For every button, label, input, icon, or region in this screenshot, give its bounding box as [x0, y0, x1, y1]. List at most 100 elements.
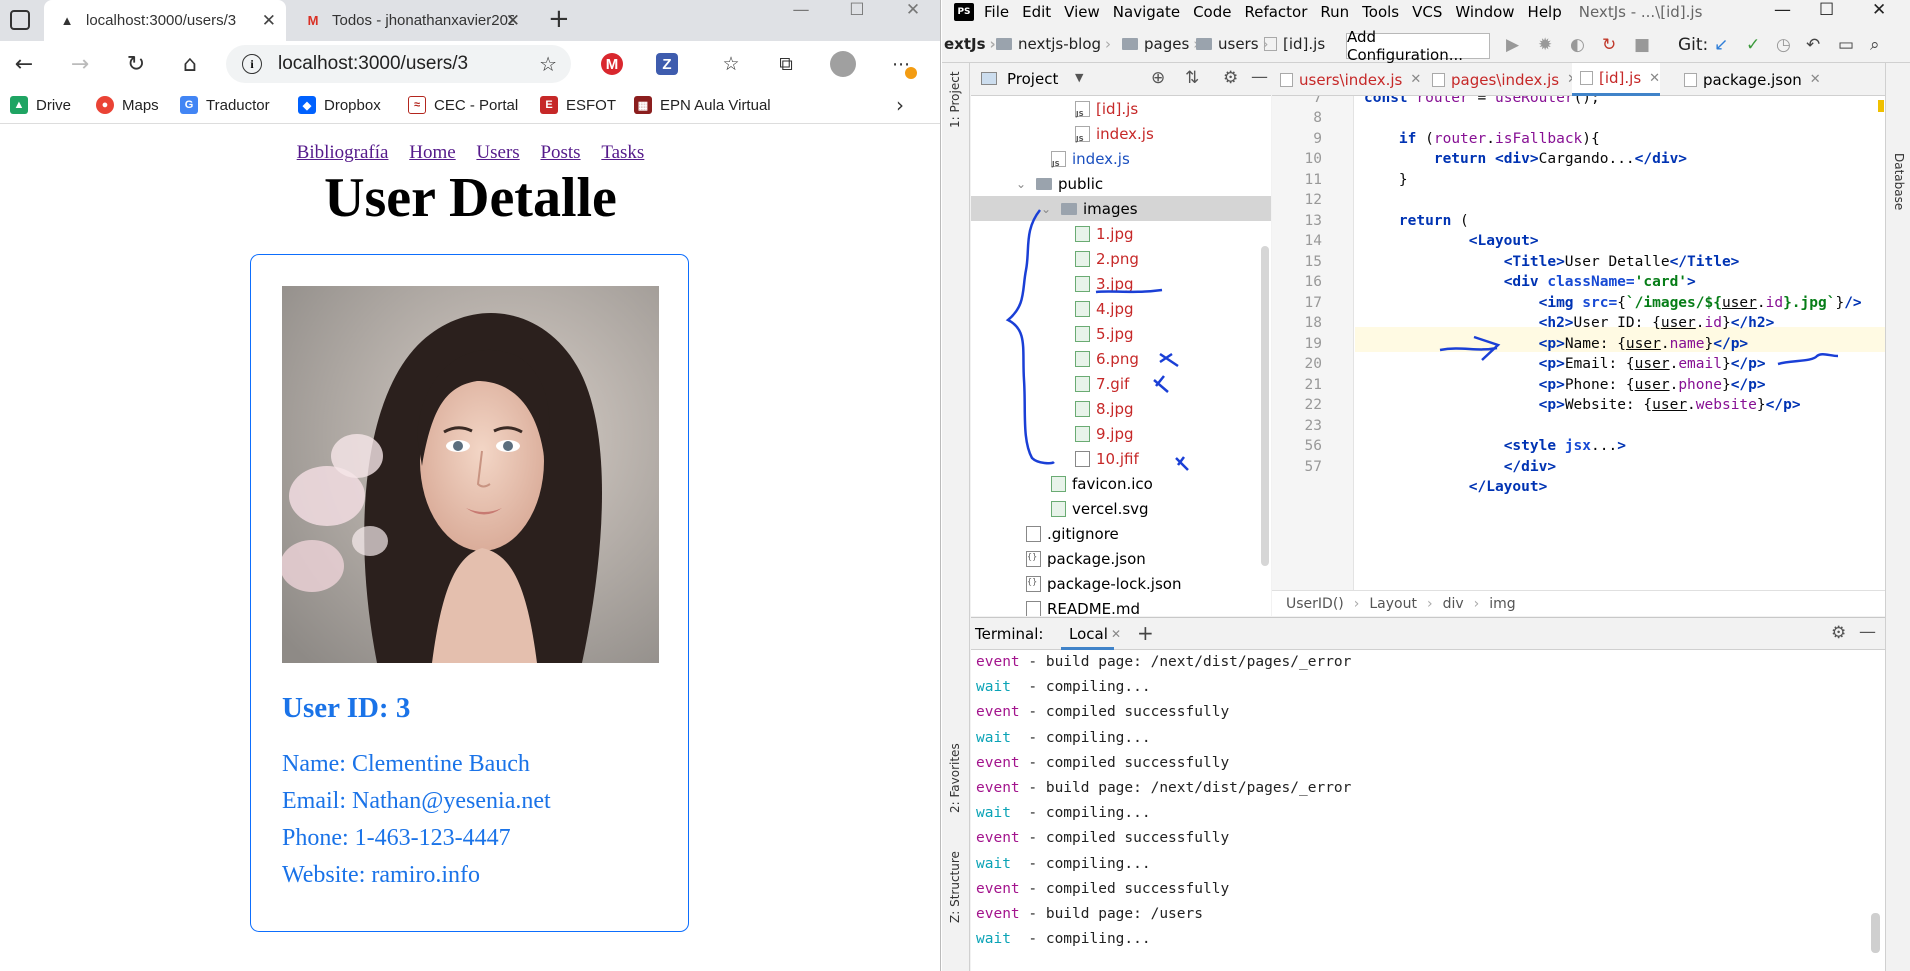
- project-tool-tab[interactable]: 1: Project: [948, 71, 962, 128]
- minimize-icon[interactable]: —: [1774, 0, 1791, 20]
- tree-item-id-js[interactable]: [id].js: [1075, 96, 1138, 121]
- code-crumb[interactable]: Layout: [1369, 596, 1417, 612]
- close-tab-icon[interactable]: ✕: [1111, 627, 1121, 641]
- tree-item-image[interactable]: 5.jpg: [1075, 321, 1134, 346]
- debug-icon[interactable]: ✹: [1538, 35, 1552, 55]
- git-history-icon[interactable]: ◷: [1776, 35, 1791, 55]
- bookmarks-overflow-icon[interactable]: ›: [896, 93, 904, 117]
- tree-item-gitignore[interactable]: .gitignore: [1026, 521, 1119, 546]
- tree-item-image[interactable]: 2.png: [1075, 246, 1139, 271]
- minimize-icon[interactable]: —: [773, 0, 829, 32]
- tree-item-index-js[interactable]: index.js: [1051, 146, 1130, 171]
- close-window-icon[interactable]: ✕: [885, 0, 940, 32]
- zotero-extension-icon[interactable]: Z: [656, 53, 678, 75]
- mega-extension-icon[interactable]: M: [601, 53, 623, 75]
- hide-panel-icon[interactable]: —: [1251, 67, 1268, 87]
- bookmark-drive[interactable]: ▲ Drive: [10, 94, 71, 116]
- gear-icon[interactable]: ⚙: [1831, 623, 1846, 643]
- menu-help[interactable]: Help: [1528, 3, 1562, 21]
- close-tab-icon[interactable]: ✕: [262, 11, 276, 31]
- database-tool-tab[interactable]: Database: [1892, 153, 1906, 210]
- run-anything-icon[interactable]: ▭: [1838, 35, 1854, 55]
- stop-icon[interactable]: ■: [1634, 35, 1650, 55]
- git-commit-icon[interactable]: ✓: [1746, 35, 1760, 55]
- gear-icon[interactable]: ⚙: [1223, 68, 1238, 88]
- nav-link-tasks[interactable]: Tasks: [601, 142, 644, 163]
- menu-edit[interactable]: Edit: [1022, 3, 1051, 21]
- nav-link-posts[interactable]: Posts: [540, 142, 580, 163]
- profile-avatar[interactable]: [830, 51, 856, 77]
- tree-item-image[interactable]: 8.jpg: [1075, 396, 1134, 421]
- terminal-scrollbar[interactable]: [1871, 913, 1880, 953]
- tree-folder-public[interactable]: ⌄ public: [1016, 171, 1103, 196]
- tree-item-image[interactable]: 7.gif: [1075, 371, 1129, 396]
- tree-scrollbar[interactable]: [1261, 246, 1269, 566]
- breadcrumb-users[interactable]: users ›: [1196, 35, 1269, 53]
- tree-item-image[interactable]: 3.jpg: [1075, 271, 1134, 296]
- menu-navigate[interactable]: Navigate: [1113, 3, 1180, 21]
- breadcrumb-project[interactable]: extJs ›: [944, 35, 996, 53]
- menu-view[interactable]: View: [1064, 3, 1100, 21]
- favorite-star-icon[interactable]: ☆: [539, 52, 557, 76]
- bookmark-maps[interactable]: ● Maps: [96, 94, 159, 116]
- close-tab-icon[interactable]: ✕: [1410, 72, 1421, 87]
- nav-link-home[interactable]: Home: [409, 142, 455, 163]
- chevron-down-icon[interactable]: ⌄: [1041, 202, 1057, 216]
- menu-refactor[interactable]: Refactor: [1244, 3, 1307, 21]
- forward-icon[interactable]: →: [64, 48, 96, 80]
- menu-run[interactable]: Run: [1320, 3, 1349, 21]
- close-window-icon[interactable]: ✕: [1872, 0, 1886, 20]
- bookmark-dropbox[interactable]: ◆ Dropbox: [298, 94, 381, 116]
- tree-item-vercel-svg[interactable]: vercel.svg: [1051, 496, 1149, 521]
- breadcrumb-pages[interactable]: pages›: [1122, 35, 1199, 53]
- tab-gmail[interactable]: M Todos - jhonathanxavier2020@g ✕: [290, 0, 530, 41]
- tree-item-image[interactable]: 1.jpg: [1075, 221, 1134, 246]
- address-bar[interactable]: i localhost:3000/users/3 ☆: [226, 45, 571, 83]
- bookmark-traductor[interactable]: G Traductor: [180, 94, 270, 116]
- favorites-tool-tab[interactable]: 2: Favorites: [948, 743, 962, 813]
- tree-folder-images[interactable]: ⌄ images: [971, 196, 1271, 221]
- hide-panel-icon[interactable]: —: [1859, 622, 1876, 642]
- chevron-down-icon[interactable]: ▼: [1075, 71, 1083, 84]
- nav-link-bibliografia[interactable]: Bibliografía: [297, 142, 389, 163]
- tree-item-package-json[interactable]: package.json: [1026, 546, 1146, 571]
- code-crumb[interactable]: UserID(): [1286, 596, 1344, 612]
- collections-icon[interactable]: ⧉: [770, 48, 802, 80]
- search-everywhere-icon[interactable]: ⌕: [1870, 35, 1880, 55]
- tab-users-index-js[interactable]: users\index.js ✕: [1272, 63, 1421, 96]
- site-info-icon[interactable]: i: [242, 54, 262, 74]
- nav-link-users[interactable]: Users: [476, 142, 519, 163]
- maximize-icon[interactable]: ☐: [1819, 0, 1834, 20]
- chevron-down-icon[interactable]: ⌄: [1016, 177, 1032, 191]
- tree-item-image[interactable]: 9.jpg: [1075, 421, 1134, 446]
- rollback-icon[interactable]: ↶: [1806, 35, 1820, 55]
- tree-item-image[interactable]: 6.png: [1075, 346, 1139, 371]
- coverage-icon[interactable]: ◐: [1570, 35, 1585, 55]
- add-configuration-button[interactable]: Add Configuration...: [1346, 28, 1490, 64]
- menu-window[interactable]: Window: [1455, 3, 1514, 21]
- reload-icon[interactable]: ↻: [120, 48, 152, 80]
- home-icon[interactable]: ⌂: [174, 48, 206, 80]
- menu-code[interactable]: Code: [1193, 3, 1231, 21]
- tab-pages-index-js[interactable]: pages\index.js✕: [1424, 63, 1578, 96]
- collapse-all-icon[interactable]: ⇅: [1185, 68, 1199, 88]
- project-view-selector[interactable]: Project: [1007, 70, 1058, 88]
- code-crumb[interactable]: div: [1443, 596, 1464, 612]
- bookmark-epn-aula-virtual[interactable]: ▦ EPN Aula Virtual: [634, 94, 771, 116]
- git-update-icon[interactable]: ↙: [1714, 35, 1728, 55]
- breadcrumb-nextjs-blog[interactable]: nextjs-blog ›: [996, 35, 1111, 53]
- close-tab-icon[interactable]: ✕: [506, 11, 520, 31]
- back-icon[interactable]: ←: [8, 48, 40, 80]
- close-tab-icon[interactable]: ✕: [1810, 72, 1821, 87]
- tree-item-package-lock-json[interactable]: package-lock.json: [1026, 571, 1181, 596]
- locate-icon[interactable]: ⊕: [1151, 68, 1165, 88]
- breadcrumb-file[interactable]: [id].js: [1264, 35, 1325, 53]
- menu-tools[interactable]: Tools: [1362, 3, 1399, 21]
- structure-tool-tab[interactable]: Z: Structure: [948, 851, 962, 923]
- bookmark-esfot[interactable]: E ESFOT: [540, 94, 616, 116]
- tab-localhost[interactable]: ▲ localhost:3000/users/3 ✕: [44, 0, 286, 41]
- code-crumb[interactable]: img: [1489, 596, 1515, 612]
- maximize-icon[interactable]: ☐: [829, 0, 885, 32]
- terminal-tab-local[interactable]: Local: [1061, 625, 1114, 650]
- tree-item-unknown-file[interactable]: 10.jfif: [1075, 446, 1139, 471]
